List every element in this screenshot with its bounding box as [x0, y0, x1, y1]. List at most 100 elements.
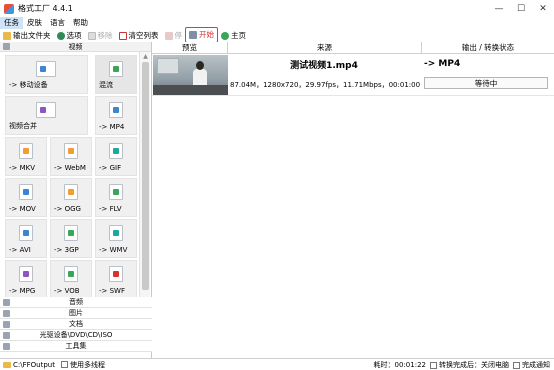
tile-label: -> MOV — [9, 205, 36, 213]
status-bar: C:\FFOutput 使用多线程 耗时：00:01:22 转换完成后：关闭电脑… — [0, 358, 554, 370]
home-button[interactable]: 主页 — [218, 29, 249, 42]
remove-button[interactable]: 移除 — [85, 29, 116, 42]
stop-icon — [164, 31, 173, 40]
tile-label: -> GIF — [99, 164, 122, 172]
window-title: 格式工厂 4.4.1 — [18, 4, 73, 13]
vob-file-icon — [64, 266, 78, 282]
tile-swf[interactable]: -> SWF — [95, 260, 137, 299]
task-file-name: 测试视频1.mp4 — [290, 61, 358, 71]
audio-category-icon — [3, 299, 10, 306]
category-tools[interactable]: 工具集 — [0, 341, 152, 352]
output-folder-button[interactable]: 输出文件夹 — [0, 29, 54, 42]
tile-ogg[interactable]: -> OGG — [50, 178, 92, 217]
avi-file-icon — [19, 225, 33, 241]
tile-label: -> MPG — [9, 287, 36, 295]
function-panel: 视频 -> 移动设备 混流 视频合并 -> MP4 -> MKV -> WebM — [0, 42, 152, 358]
stop-button[interactable]: 停 — [162, 29, 186, 42]
task-status-badge: 等待中 — [424, 77, 548, 89]
tile-mobile-device[interactable]: -> 移动设备 — [5, 55, 88, 94]
task-list: 预览 来源 输出 / 转换状态 测试视频1.mp4 87.04M，1280x72… — [152, 42, 554, 358]
category-label: 图片 — [69, 309, 83, 317]
start-button[interactable]: 开始 — [185, 26, 218, 43]
status-right: 耗时：00:01:22 转换完成后：关闭电脑 完成通知 — [374, 359, 550, 370]
maximize-button[interactable]: ☐ — [510, 0, 532, 17]
window-controls: — ☐ ✕ — [488, 0, 554, 17]
menu-help[interactable]: 帮助 — [69, 17, 92, 29]
category-disc[interactable]: 光驱设备\DVD\CD\ISO — [0, 330, 152, 341]
tile-wmv[interactable]: -> WMV — [95, 219, 137, 258]
tile-label: 视频合并 — [9, 122, 37, 130]
home-globe-icon — [221, 31, 229, 40]
task-file-info: 87.04M，1280x720，29.97fps，11.71Mbps，00:01… — [230, 81, 421, 89]
category-video[interactable]: 视频 — [0, 42, 151, 52]
tile-label: -> WebM — [54, 164, 86, 172]
options-label: 选项 — [66, 31, 82, 40]
menu-skin[interactable]: 皮肤 — [23, 17, 46, 29]
document-category-icon — [3, 321, 10, 328]
notify-checkbox[interactable] — [513, 361, 520, 369]
mux-icon — [109, 61, 123, 77]
tile-mpg[interactable]: -> MPG — [5, 260, 47, 299]
webm-file-icon — [64, 143, 78, 159]
tile-mov[interactable]: -> MOV — [5, 178, 47, 217]
output-folder-label: 输出文件夹 — [13, 31, 51, 40]
thumb-person-head — [196, 61, 204, 70]
after-done-checkbox[interactable] — [430, 361, 437, 369]
category-video-label: 视频 — [68, 42, 83, 51]
tile-avi[interactable]: -> AVI — [5, 219, 47, 258]
remove-label: 移除 — [97, 31, 113, 40]
video-category-icon — [3, 43, 10, 50]
task-output-format: -> MP4 — [424, 59, 461, 69]
disc-category-icon — [3, 332, 10, 339]
multithread-label: 使用多线程 — [69, 360, 105, 369]
toolbar: 输出文件夹 选项 移除 清空列表 停 开始 主页 — [0, 26, 554, 43]
elapsed-time: 耗时：00:01:22 — [373, 361, 426, 369]
clear-x-icon — [118, 31, 127, 40]
thumb-desk — [153, 85, 228, 95]
tile-mkv[interactable]: -> MKV — [5, 137, 47, 176]
category-image[interactable]: 图片 — [0, 308, 152, 319]
output-path[interactable]: C:\FFOutput — [13, 361, 55, 369]
close-button[interactable]: ✕ — [532, 0, 554, 17]
column-header-output[interactable]: 输出 / 转换状态 — [422, 42, 554, 54]
tools-category-icon — [3, 343, 10, 350]
category-document[interactable]: 文档 — [0, 319, 152, 330]
video-tools-grid: -> 移动设备 混流 视频合并 -> MP4 -> MKV -> WebM ->… — [0, 52, 152, 306]
column-header-preview[interactable]: 预览 — [152, 42, 228, 54]
multithread-checkbox[interactable] — [60, 361, 68, 368]
tile-gif[interactable]: -> GIF — [95, 137, 137, 176]
tile-vob[interactable]: -> VOB — [50, 260, 92, 299]
after-done-label: 转换完成后：关闭电脑 — [439, 361, 509, 369]
tile-label: -> OGG — [54, 205, 81, 213]
tools-scrollbar[interactable]: ▲ ▼ — [139, 52, 150, 306]
thumb-board — [157, 58, 179, 74]
mobile-device-icon — [36, 61, 56, 77]
minimize-button[interactable]: — — [488, 0, 510, 17]
mkv-file-icon — [19, 143, 33, 159]
tile-3gp[interactable]: -> 3GP — [50, 219, 92, 258]
mpg-file-icon — [19, 266, 33, 282]
scroll-thumb[interactable] — [142, 62, 149, 290]
wmv-file-icon — [109, 225, 123, 241]
menu-task[interactable]: 任务 — [0, 17, 23, 29]
column-header-source[interactable]: 来源 — [228, 42, 422, 54]
tile-video-join[interactable]: 视频合并 — [5, 96, 88, 135]
tile-flv[interactable]: -> FLV — [95, 178, 137, 217]
tile-label: 混流 — [99, 81, 113, 89]
start-convert-icon — [189, 30, 197, 39]
start-label: 开始 — [199, 30, 214, 39]
tile-webm[interactable]: -> WebM — [50, 137, 92, 176]
tile-label: -> FLV — [99, 205, 122, 213]
category-audio[interactable]: 音频 — [0, 297, 152, 308]
options-button[interactable]: 选项 — [54, 29, 85, 42]
task-row[interactable]: 测试视频1.mp4 87.04M，1280x720，29.97fps，11.71… — [152, 54, 554, 96]
clear-list-button[interactable]: 清空列表 — [116, 29, 162, 42]
tile-label: -> WMV — [99, 246, 128, 254]
remove-file-icon — [87, 31, 96, 40]
tile-mp4[interactable]: -> MP4 — [95, 96, 137, 135]
menu-language[interactable]: 语言 — [46, 17, 69, 29]
scroll-up-arrow-icon[interactable]: ▲ — [140, 52, 151, 61]
tile-mux[interactable]: 混流 — [95, 55, 137, 94]
tile-label: -> MKV — [9, 164, 36, 172]
video-join-icon — [36, 102, 56, 118]
